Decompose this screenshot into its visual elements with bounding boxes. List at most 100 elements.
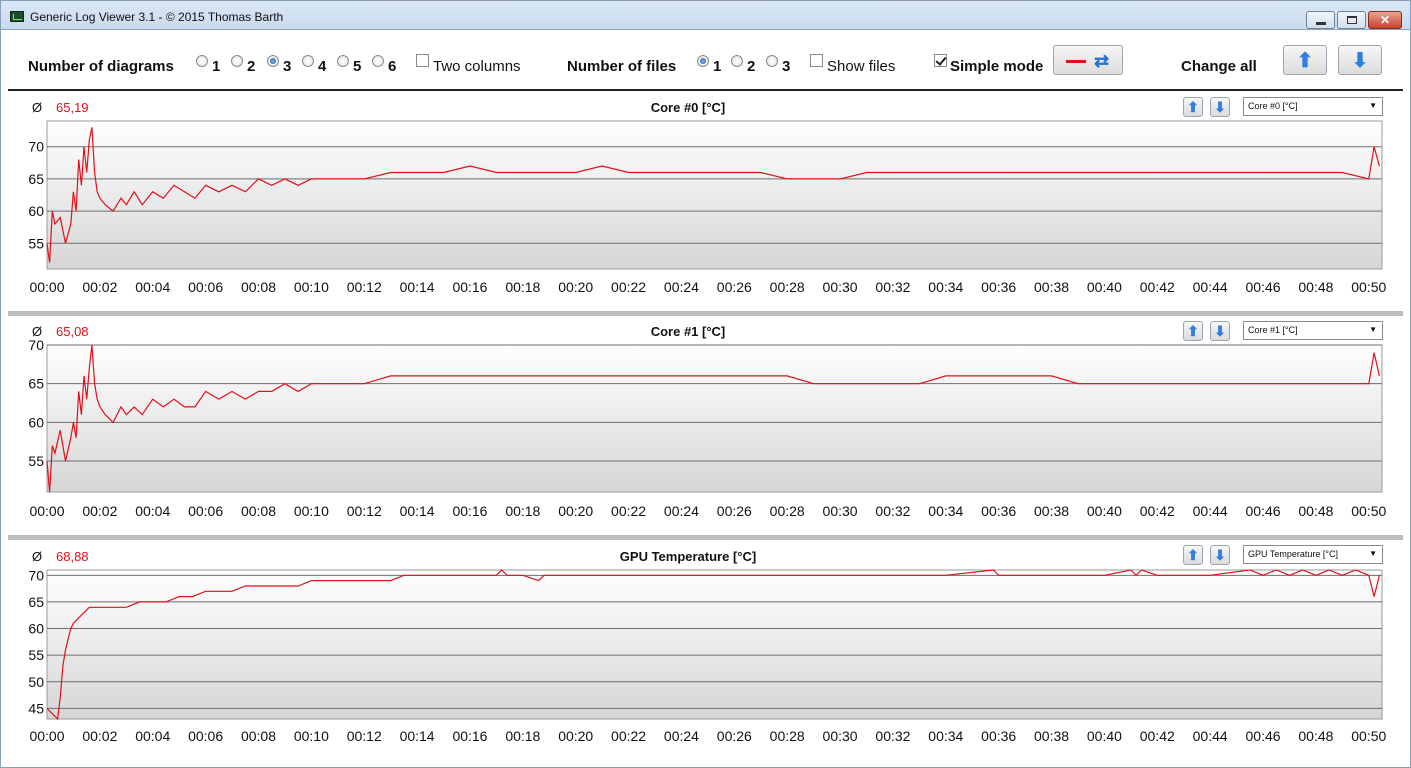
move-down-button[interactable]: ⬇ <box>1210 545 1230 565</box>
show-files-checkbox[interactable] <box>810 54 823 67</box>
change-all-down-button[interactable]: ⬇ <box>1338 45 1382 75</box>
x-tick-label: 00:32 <box>875 728 910 744</box>
plot-area <box>46 344 1383 493</box>
x-tick-label: 00:28 <box>770 728 805 744</box>
x-tick-label: 00:48 <box>1298 503 1333 519</box>
chart-title: GPU Temperature [°C] <box>619 549 757 564</box>
x-tick-label: 00:46 <box>1246 503 1281 519</box>
x-tick-label: 00:18 <box>505 728 540 744</box>
x-tick-label: 00:32 <box>875 279 910 295</box>
files-radio-1[interactable] <box>697 55 709 67</box>
chevron-down-icon: ▼ <box>1369 101 1377 110</box>
plot-area <box>46 569 1383 720</box>
x-tick-label: 00:22 <box>611 503 646 519</box>
x-tick-label: 00:38 <box>1034 279 1069 295</box>
arrow-down-icon: ⬇ <box>1214 99 1226 115</box>
x-tick-label: 00:04 <box>135 503 170 519</box>
diagrams-radio-4[interactable] <box>302 55 314 67</box>
maximize-button[interactable] <box>1337 11 1366 29</box>
diagrams-radio-1[interactable] <box>196 55 208 67</box>
two-columns-checkbox[interactable] <box>416 54 429 67</box>
x-tick-label: 00:14 <box>400 728 435 744</box>
x-tick-label: 00:12 <box>347 279 382 295</box>
sensor-select[interactable]: Core #1 [°C] ▼ <box>1243 321 1383 340</box>
arrow-down-icon: ⬇ <box>1214 323 1226 339</box>
x-tick-label: 00:08 <box>241 279 276 295</box>
files-radio-2[interactable] <box>731 55 743 67</box>
close-button[interactable]: ✕ <box>1368 11 1402 29</box>
minimize-button[interactable] <box>1306 11 1335 29</box>
sensor-select-value: Core #0 [°C] <box>1248 101 1298 111</box>
move-down-button[interactable]: ⬇ <box>1210 97 1230 117</box>
chart-panel-gpu: 70 65 60 55 50 45 00:00 00:02 00:04 00:06 00:08 00:… <box>8 541 1403 761</box>
move-up-button[interactable]: ⬆ <box>1183 97 1203 117</box>
toolbar: Number of diagrams 1 2 3 4 5 6 Two colum… <box>8 31 1403 91</box>
chart-gpu: 70 65 60 55 50 45 00:00 00:02 00:04 00:06 00:08 00:… <box>28 567 1386 744</box>
diagrams-option-6: 6 <box>388 58 397 75</box>
two-columns-label: Two columns <box>433 58 521 75</box>
sensor-select-value: Core #1 [°C] <box>1248 325 1298 335</box>
x-tick-label: 00:30 <box>823 279 858 295</box>
y-tick-label: 60 <box>28 621 44 637</box>
x-tick-label: 00:08 <box>241 728 276 744</box>
sensor-select[interactable]: GPU Temperature [°C] ▼ <box>1243 545 1383 564</box>
x-tick-label: 00:26 <box>717 279 752 295</box>
x-tick-label: 00:18 <box>505 279 540 295</box>
x-tick-label: 00:40 <box>1087 728 1122 744</box>
arrow-up-icon: ⬆ <box>1187 323 1199 339</box>
x-tick-label: 00:48 <box>1298 728 1333 744</box>
line-color-refresh-button[interactable]: ⇄ <box>1053 45 1123 75</box>
average-value: 65,08 <box>56 324 89 339</box>
x-tick-label: 00:38 <box>1034 503 1069 519</box>
x-tick-label: 00:34 <box>928 279 963 295</box>
move-up-button[interactable]: ⬆ <box>1183 545 1203 565</box>
x-tick-label: 00:14 <box>400 503 435 519</box>
diagrams-option-4: 4 <box>318 58 327 75</box>
x-tick-label: 00:34 <box>928 503 963 519</box>
y-tick-label: 65 <box>28 376 44 392</box>
files-option-1: 1 <box>713 58 722 75</box>
refresh-icon: ⇄ <box>1094 51 1110 71</box>
simple-mode-label: Simple mode <box>950 58 1044 75</box>
x-tick-label: 00:24 <box>664 279 699 295</box>
simple-mode-checkbox[interactable] <box>934 54 947 67</box>
app-icon <box>10 11 24 22</box>
title-bar: Generic Log Viewer 3.1 - © 2015 Thomas B… <box>0 0 1411 30</box>
sensor-select[interactable]: Core #0 [°C] ▼ <box>1243 97 1383 116</box>
chevron-down-icon: ▼ <box>1369 325 1377 334</box>
chart-title: Core #0 [°C] <box>650 100 726 115</box>
diagrams-radio-3[interactable] <box>267 55 279 67</box>
minimize-icon <box>1316 22 1326 25</box>
x-tick-label: 00:32 <box>875 503 910 519</box>
change-all-up-button[interactable]: ⬆ <box>1283 45 1327 75</box>
move-up-button[interactable]: ⬆ <box>1183 321 1203 341</box>
x-tick-label: 00:20 <box>558 279 593 295</box>
x-tick-label: 00:46 <box>1246 728 1281 744</box>
x-tick-label: 00:36 <box>981 728 1016 744</box>
x-tick-label: 00:04 <box>135 279 170 295</box>
x-tick-label: 00:24 <box>664 728 699 744</box>
line-color-swatch-icon <box>1066 60 1086 63</box>
diagrams-radio-6[interactable] <box>372 55 384 67</box>
x-tick-label: 00:42 <box>1140 503 1175 519</box>
x-tick-label: 00:42 <box>1140 279 1175 295</box>
diagrams-radio-2[interactable] <box>231 55 243 67</box>
x-tick-label: 00:16 <box>452 279 487 295</box>
y-tick-label: 55 <box>28 235 44 251</box>
diagrams-option-1: 1 <box>212 58 221 75</box>
x-tick-label: 00:50 <box>1351 503 1386 519</box>
x-tick-label: 00:50 <box>1351 728 1386 744</box>
move-down-button[interactable]: ⬇ <box>1210 321 1230 341</box>
chart-core1: 70 65 60 55 00:00 00:02 00:04 00:06 00:08 00:10 00… <box>28 337 1386 519</box>
x-tick-label: 00:00 <box>29 728 64 744</box>
diagrams-radio-5[interactable] <box>337 55 349 67</box>
arrow-down-icon: ⬇ <box>1351 50 1369 72</box>
x-tick-label: 00:16 <box>452 728 487 744</box>
panel-separator[interactable] <box>8 535 1403 540</box>
change-all-label: Change all <box>1181 58 1257 75</box>
files-radio-3[interactable] <box>766 55 778 67</box>
y-tick-label: 55 <box>28 453 44 469</box>
x-tick-label: 00:14 <box>400 279 435 295</box>
y-tick-label: 60 <box>28 203 44 219</box>
y-tick-label: 70 <box>28 567 44 583</box>
